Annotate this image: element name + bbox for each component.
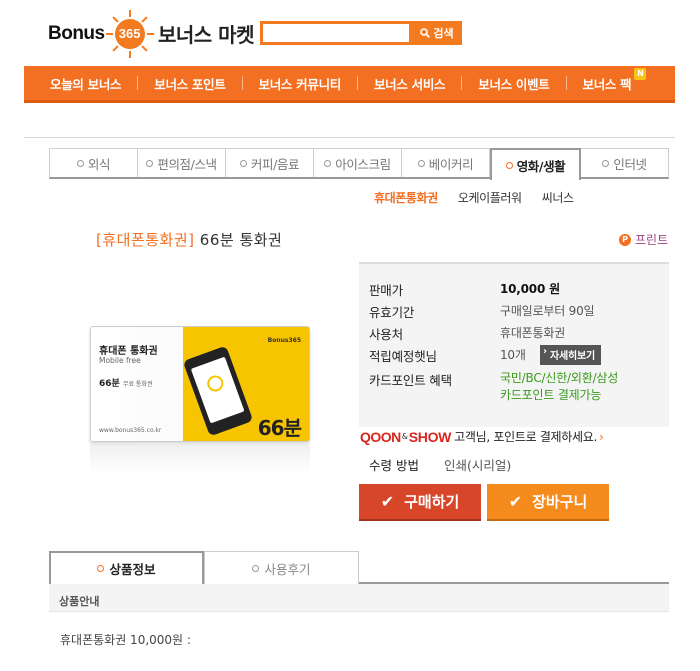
arrow-right-icon: ›	[599, 429, 604, 444]
search-button[interactable]: 검색	[412, 21, 462, 45]
receive-label: 수령 방법	[369, 458, 419, 473]
card-url: www.bonus365.co.kr	[99, 427, 162, 434]
usage-label: 사용처	[369, 327, 403, 342]
sub-tabs: 휴대폰통화권 오케이플러워 씨너스	[374, 189, 574, 206]
search-icon	[420, 28, 431, 38]
card-title: 휴대폰 통화권	[99, 346, 158, 357]
points-value: 10개	[500, 348, 526, 362]
bullet-icon	[252, 564, 260, 572]
card-reflection	[90, 444, 310, 474]
print-icon: P	[619, 233, 631, 246]
sub-tab-cinus[interactable]: 씨너스	[542, 189, 574, 206]
buy-button[interactable]: ✔ 구매하기	[359, 484, 481, 521]
tab-movie-life[interactable]: 영화/생활	[490, 148, 581, 180]
buy-button-label: 구매하기	[404, 493, 460, 511]
sun-icon: 365	[105, 10, 154, 58]
tab-dining[interactable]: 외식	[50, 149, 138, 177]
qoon-text: 고객님, 포인트로 결제하세요.	[454, 430, 598, 444]
bullet-icon	[146, 159, 154, 167]
product-name: 66분 통화권	[194, 231, 283, 249]
nav-item-pack-label: 보너스 팩	[582, 76, 632, 92]
card-amount: 66분 무료 통화권	[99, 379, 153, 389]
cart-button-label: 장바구니	[532, 493, 588, 511]
site-title: 보너스 마켓	[158, 23, 254, 47]
card-points-label: 카드포인트 혜택	[369, 373, 452, 388]
tab-label: 커피/음료	[250, 156, 300, 172]
nav-item-community[interactable]: 보너스 커뮤니티	[243, 74, 357, 93]
nav-item-today[interactable]: 오늘의 보너스	[24, 74, 137, 93]
bullet-icon	[76, 159, 84, 167]
card-brand: Bonus365	[267, 337, 301, 344]
tab-label: 영화/생활	[516, 158, 566, 174]
nav-item-event[interactable]: 보너스 이벤트	[462, 74, 565, 93]
tab-label: 편의점/스낵	[157, 156, 217, 172]
card-big-amount: 66분	[257, 416, 302, 440]
new-badge: N	[634, 67, 647, 80]
tab-label: 상품정보	[109, 562, 156, 577]
bullet-icon	[602, 159, 610, 167]
tab-label: 사용후기	[264, 561, 311, 577]
price-value: 10,000 원	[500, 282, 560, 296]
tab-bakery[interactable]: 베이커리	[402, 149, 490, 177]
validity-value: 구매일로부터 90일	[500, 304, 595, 318]
show-logo: SHOW	[408, 428, 452, 445]
tab-coffee[interactable]: 커피/음료	[226, 149, 314, 177]
usage-value: 휴대폰통화권	[500, 326, 566, 340]
product-description: 휴대폰통화권 10,000원 :	[60, 633, 191, 647]
tab-convenience[interactable]: 편의점/스낵	[138, 149, 226, 177]
bullet-icon	[239, 159, 247, 167]
print-button[interactable]: P 프린트	[619, 231, 668, 248]
nav-item-points[interactable]: 보너스 포인트	[138, 74, 241, 93]
nav-item-service[interactable]: 보너스 서비스	[358, 74, 461, 93]
tab-icecream[interactable]: 아이스크림	[314, 149, 402, 177]
tab-label: 아이스크림	[335, 156, 391, 172]
receive-method: 수령 방법 인쇄(시리얼)	[369, 455, 511, 474]
check-icon: ✔	[380, 492, 395, 511]
clock-icon	[205, 373, 226, 394]
logo-number: 365	[114, 19, 145, 49]
qoon-amp: &	[401, 432, 408, 441]
search-input[interactable]	[260, 21, 412, 45]
tab-label: 인터넷	[613, 156, 647, 172]
qoon-logo: QOON	[360, 428, 401, 445]
product-image: 휴대폰 통화권 Mobile free 66분 무료 통화권 www.bonus…	[74, 316, 326, 476]
logo-text: Bonus	[48, 23, 105, 44]
nav-item-pack[interactable]: 보너스 팩 N	[567, 67, 648, 93]
price-label: 판매가	[369, 283, 403, 298]
product-category: [휴대폰통화권]	[96, 231, 195, 249]
divider	[24, 137, 675, 138]
card-points-value: 국민/BC/신한/외환/삼성 카드포인트 결제가능	[500, 371, 619, 402]
tab-reviews[interactable]: 사용후기	[204, 551, 359, 584]
product-title: [휴대폰통화권] 66분 통화권	[96, 229, 282, 250]
category-tabs: 외식 편의점/스낵 커피/음료 아이스크림 베이커리 영화/생활 인터넷	[49, 148, 669, 180]
sub-tab-okflower[interactable]: 오케이플러워	[458, 189, 522, 206]
tab-internet[interactable]: 인터넷	[581, 149, 668, 177]
detail-button[interactable]: 자세히보기	[540, 345, 601, 365]
bullet-icon	[505, 161, 513, 169]
sub-tab-mobile[interactable]: 휴대폰통화권	[374, 189, 438, 206]
print-label: 프린트	[635, 233, 669, 247]
gift-card: 휴대폰 통화권 Mobile free 66분 무료 통화권 www.bonus…	[90, 326, 310, 442]
product-info-panel: 판매가 10,000 원 유효기간 구매일로부터 90일 사용처 휴대폰통화권 …	[359, 262, 669, 427]
tab-label: 베이커리	[428, 156, 474, 172]
detail-tabs: 상품정보 사용후기	[49, 551, 669, 586]
site-logo[interactable]: Bonus 365	[48, 10, 154, 58]
bullet-icon	[97, 565, 105, 572]
tab-label: 외식	[87, 156, 111, 172]
validity-label: 유효기간	[369, 305, 415, 320]
cart-button[interactable]: ✔ 장바구니	[487, 484, 609, 521]
bullet-icon	[417, 159, 425, 167]
qoon-show-banner[interactable]: QOON & SHOW 고객님, 포인트로 결제하세요. ›	[360, 428, 604, 445]
bullet-icon	[324, 159, 332, 167]
search-button-label: 검색	[433, 27, 454, 40]
main-nav: 오늘의 보너스 보너스 포인트 보너스 커뮤니티 보너스 서비스 보너스 이벤트…	[24, 66, 675, 103]
card-subtitle: Mobile free	[99, 356, 141, 365]
check-icon: ✔	[508, 492, 523, 511]
product-guide-header: 상품안내	[49, 584, 669, 612]
receive-value: 인쇄(시리얼)	[444, 458, 512, 473]
tab-product-info[interactable]: 상품정보	[49, 551, 204, 586]
points-label: 적립예정햇님	[369, 349, 437, 364]
